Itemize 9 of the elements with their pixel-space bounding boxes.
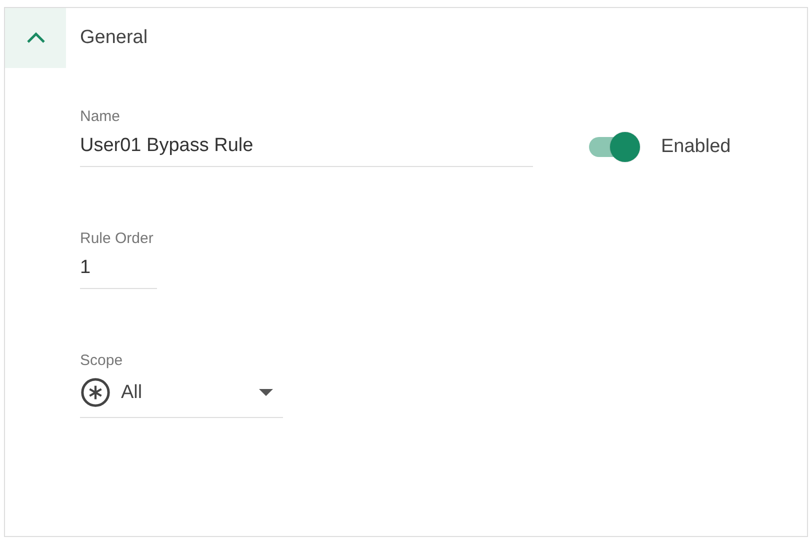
section-title: General: [80, 27, 148, 49]
field-label: Scope: [80, 352, 124, 369]
caret-icon: [259, 388, 273, 396]
asterisk-icon: [80, 377, 111, 408]
chevron-up-icon: [26, 32, 46, 44]
field-label: Rule Order: [80, 230, 154, 247]
field-label: Name: [80, 108, 122, 125]
scope-dropdown[interactable]: All: [80, 369, 283, 418]
toggle-label: Enabled: [661, 136, 731, 158]
